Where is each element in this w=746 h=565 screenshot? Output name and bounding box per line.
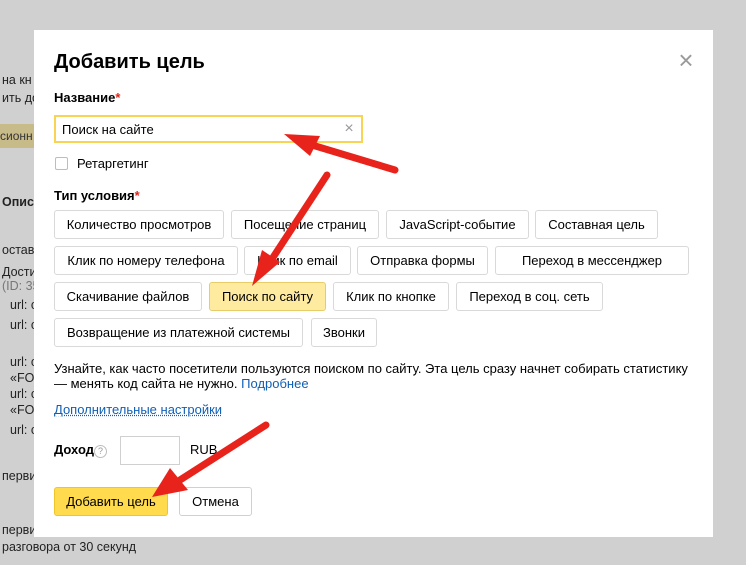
chip-phone-click[interactable]: Клик по номеру телефона bbox=[54, 246, 238, 275]
bg-text: разговора от 30 секунд bbox=[2, 540, 137, 554]
bg-text: остав bbox=[2, 243, 35, 257]
currency-label: RUB bbox=[190, 442, 218, 457]
revenue-input[interactable] bbox=[120, 436, 180, 465]
goal-description: Узнайте, как часто посетители пользуются… bbox=[54, 361, 688, 391]
cancel-button[interactable]: Отмена bbox=[179, 487, 252, 516]
bg-badge: сионн bbox=[0, 124, 36, 148]
bg-text: «FO bbox=[10, 403, 35, 417]
name-label: Название* bbox=[54, 90, 121, 105]
chip-javascript-event[interactable]: JavaScript-событие bbox=[386, 210, 529, 239]
bg-text: на кн bbox=[2, 73, 32, 87]
chip-page-views[interactable]: Количество просмотров bbox=[54, 210, 224, 239]
chip-messenger[interactable]: Переход в мессенджер bbox=[495, 246, 689, 275]
goal-name-input[interactable] bbox=[54, 115, 363, 143]
chip-email-click[interactable]: Клик по email bbox=[244, 246, 351, 275]
retargeting-label: Ретаргетинг bbox=[77, 156, 149, 171]
chip-calls[interactable]: Звонки bbox=[311, 318, 377, 347]
close-icon[interactable]: × bbox=[677, 47, 695, 73]
revenue-label: Доход bbox=[54, 442, 94, 457]
dialog-title: Добавить цель bbox=[54, 51, 205, 73]
add-goal-button[interactable]: Добавить цель bbox=[54, 487, 168, 516]
clear-input-icon[interactable]: × bbox=[342, 120, 356, 138]
chip-composite-goal[interactable]: Составная цель bbox=[535, 210, 658, 239]
condition-type-label: Тип условия* bbox=[54, 188, 140, 203]
checkbox-icon[interactable] bbox=[55, 157, 68, 170]
chip-button-click[interactable]: Клик по кнопке bbox=[333, 282, 449, 311]
chip-site-search[interactable]: Поиск по сайту bbox=[209, 282, 326, 311]
bg-text: «FO bbox=[10, 371, 35, 385]
more-link[interactable]: Подробнее bbox=[241, 376, 308, 391]
chip-form-submit[interactable]: Отправка формы bbox=[357, 246, 488, 275]
chip-social-network[interactable]: Переход в соц. сеть bbox=[456, 282, 603, 311]
chip-file-download[interactable]: Скачивание файлов bbox=[54, 282, 202, 311]
chip-page-visits[interactable]: Посещение страниц bbox=[231, 210, 379, 239]
help-icon[interactable]: ? bbox=[94, 445, 107, 458]
advanced-settings-link[interactable]: Дополнительные настройки bbox=[54, 402, 222, 417]
retargeting-checkbox[interactable]: Ретаргетинг bbox=[55, 156, 149, 171]
bg-text: Дости bbox=[2, 265, 37, 279]
chip-payment-return[interactable]: Возвращение из платежной системы bbox=[54, 318, 303, 347]
